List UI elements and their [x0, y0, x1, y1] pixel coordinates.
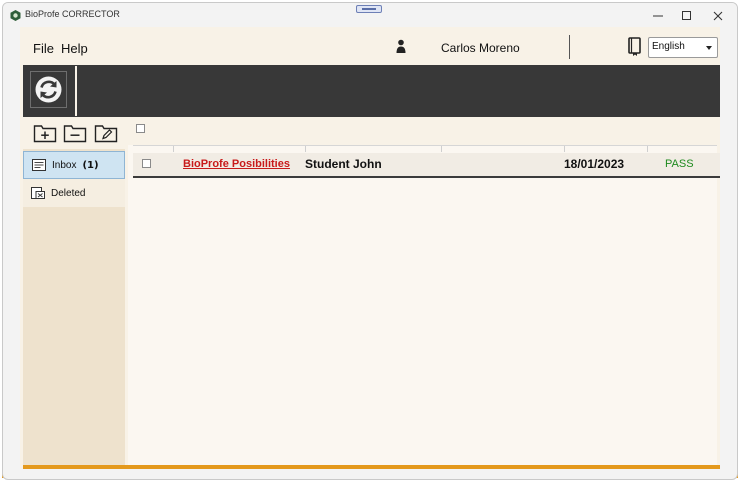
sidebar-item-label: Inbox [52, 159, 77, 171]
sidebar-item-inbox[interactable]: Inbox (1) [23, 151, 125, 179]
app-logo-icon [10, 10, 21, 21]
inbox-count-badge: (1) [82, 159, 99, 171]
chevron-down-icon [706, 46, 712, 50]
remove-folder-icon[interactable] [63, 123, 87, 143]
column-separator[interactable] [564, 146, 565, 152]
maximize-button[interactable] [672, 6, 702, 26]
message-list: BioProfe Posibilities Student John 18/01… [128, 117, 720, 465]
menu-divider [569, 35, 570, 59]
title-bar[interactable]: BioProfe CORRECTOR [3, 3, 737, 27]
menu-bar: File Help Carlos Moreno English [20, 27, 720, 65]
refresh-button[interactable] [24, 66, 77, 116]
edit-folder-icon[interactable] [94, 123, 118, 143]
sidebar-item-label: Deleted [51, 187, 86, 199]
maximize-icon [682, 11, 691, 20]
app-body: File Help Carlos Moreno English Inbox (1… [20, 27, 720, 469]
column-separator[interactable] [173, 146, 174, 152]
exam-title-link[interactable]: BioProfe Posibilities [183, 158, 290, 170]
column-separator[interactable] [647, 146, 648, 152]
menu-file[interactable]: File [33, 41, 54, 56]
exam-date: 18/01/2023 [564, 157, 625, 171]
deleted-icon [31, 187, 45, 199]
inbox-icon [32, 159, 46, 171]
minimize-icon [653, 15, 663, 17]
orange-bottom-bar [23, 465, 720, 469]
folder-sidebar: Inbox (1) Deleted [23, 117, 125, 465]
close-icon [713, 11, 723, 21]
window-title: BioProfe CORRECTOR [25, 9, 120, 19]
student-name: Student John [305, 157, 382, 171]
minimize-button[interactable] [643, 6, 673, 26]
column-separator[interactable] [441, 146, 442, 152]
status-badge: PASS [665, 158, 694, 170]
language-selected-value: English [652, 41, 685, 52]
language-select[interactable]: English [648, 37, 718, 58]
menu-help[interactable]: Help [61, 41, 88, 56]
language-book-icon [628, 37, 641, 56]
table-row[interactable]: BioProfe Posibilities Student John 18/01… [133, 153, 720, 178]
refresh-icon [35, 76, 62, 103]
app-window: BioProfe CORRECTOR File Help Carlos More… [2, 2, 738, 480]
snap-layout-handle[interactable] [356, 5, 382, 13]
toolbar [23, 65, 720, 117]
column-header-strip [133, 145, 717, 153]
add-folder-icon[interactable] [33, 123, 57, 143]
column-separator[interactable] [305, 146, 306, 152]
folder-actions [23, 117, 125, 149]
user-name: Carlos Moreno [441, 41, 520, 55]
list-header [128, 117, 717, 145]
select-all-checkbox[interactable] [136, 124, 145, 133]
sidebar-item-deleted[interactable]: Deleted [23, 179, 125, 207]
close-button[interactable] [703, 6, 733, 26]
row-checkbox[interactable] [142, 159, 151, 168]
refresh-button-frame [30, 71, 67, 108]
user-icon [396, 39, 406, 53]
